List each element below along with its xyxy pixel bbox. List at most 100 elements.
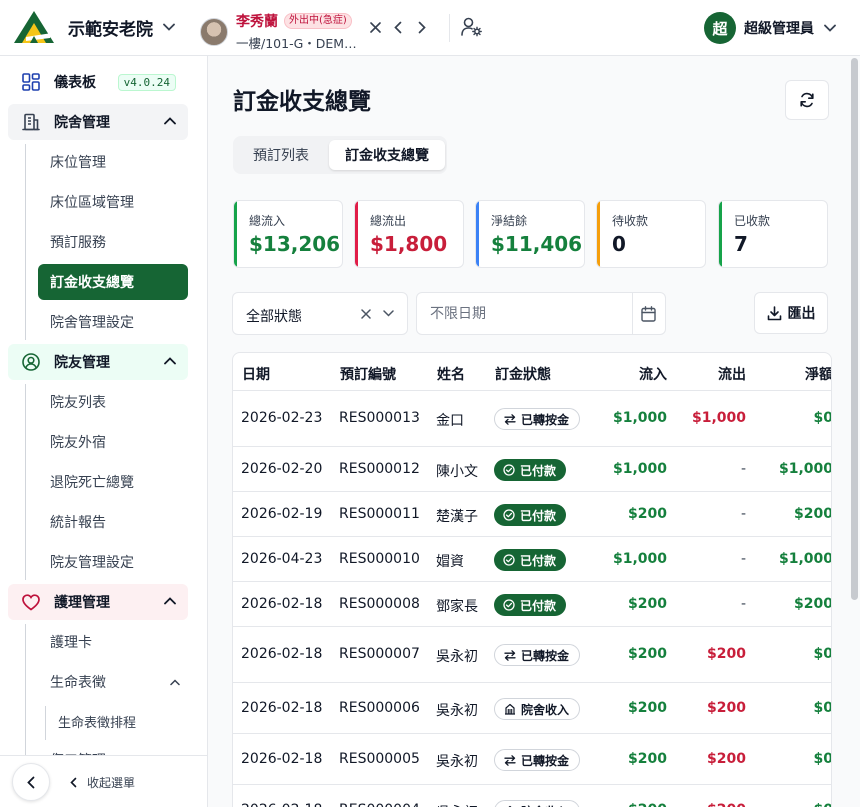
sidebar-item-vital-schedule[interactable]: 生命表徵排程 xyxy=(58,712,136,731)
divider xyxy=(632,293,633,334)
deposit-status-badge: 已付款 xyxy=(494,459,567,481)
transfer-icon xyxy=(504,754,516,766)
page-scrollbar[interactable] xyxy=(851,58,858,600)
status-label: 院舍收入 xyxy=(521,702,570,717)
user-settings-icon[interactable] xyxy=(461,17,483,37)
top-header: 示範安老院 李秀蘭 外出中(急症) 一樓/101-G・DEMO-0001 超 超… xyxy=(0,0,860,56)
tab-booking-list[interactable]: 預訂列表 xyxy=(237,140,325,170)
cell-date: 2026-02-18 xyxy=(241,596,323,612)
table-row[interactable]: 2026-02-18 RES000008 鄧家長 已付款 $200 - $200 xyxy=(233,582,832,627)
column-header[interactable]: 流入 xyxy=(639,364,667,384)
stat-card: 待收款 0 xyxy=(596,200,706,268)
sidebar-item-bed-areas[interactable]: 床位區域管理 xyxy=(38,184,188,220)
sidebar-item-resident-leave[interactable]: 院友外宿 xyxy=(38,424,188,460)
cell-net: $0 xyxy=(813,646,832,662)
cell-booking-id: RES000005 xyxy=(339,751,420,767)
deposit-status-badge: 已轉按金 xyxy=(494,749,581,771)
sidebar-item-resident-settings[interactable]: 院友管理設定 xyxy=(38,544,188,580)
status-filter-select[interactable]: 全部狀態 xyxy=(232,292,408,335)
chevron-up-icon xyxy=(164,117,176,125)
chevron-down-icon xyxy=(163,23,175,31)
column-header[interactable]: 訂金狀態 xyxy=(495,364,551,384)
check-circle-icon xyxy=(503,554,515,566)
collapse-sidebar-button[interactable] xyxy=(12,763,50,801)
tab-deposit-overview[interactable]: 訂金收支總覽 xyxy=(329,140,445,170)
check-circle-icon xyxy=(503,464,515,476)
sidebar-item-home-settings[interactable]: 院舍管理設定 xyxy=(38,304,188,340)
table-row[interactable]: 2026-02-19 RES000011 楚漢子 已付款 $200 - $200 xyxy=(233,492,831,537)
stat-card: 總流出 $1,800 xyxy=(354,200,464,268)
sidebar-item-reports[interactable]: 統計報告 xyxy=(38,504,188,540)
chevron-left-icon[interactable] xyxy=(394,21,402,34)
resident-location: 一樓/101-G・DEMO-0001 xyxy=(236,36,364,51)
column-header[interactable]: 流出 xyxy=(718,364,746,384)
calendar-icon[interactable] xyxy=(641,306,656,322)
column-header[interactable]: 淨額 xyxy=(805,364,831,384)
cell-inflow: $200 xyxy=(628,596,667,612)
heart-icon xyxy=(22,593,40,611)
table-row[interactable]: 2026-02-18 RES000006 吳永初 院舍收入 $200 $200 $0 xyxy=(233,683,831,734)
collapse-menu-link[interactable]: 收起選單 xyxy=(70,774,135,791)
cell-name: 吳永初 xyxy=(436,802,478,807)
cell-date: 2026-02-18 xyxy=(241,700,323,716)
status-label: 院舍收入 xyxy=(521,803,569,807)
cell-name: 媢資 xyxy=(436,554,464,570)
close-icon[interactable] xyxy=(370,22,381,33)
status-label: 已付款 xyxy=(520,463,557,478)
sidebar-item-care-card[interactable]: 護理卡 xyxy=(38,624,188,660)
sidebar-item-resident-list[interactable]: 院友列表 xyxy=(38,384,188,420)
stat-card: 已收款 7 xyxy=(718,200,828,268)
sidebar-item-beds[interactable]: 床位管理 xyxy=(38,144,188,180)
main-content: 訂金收支總覽 預訂列表 訂金收支總覽 總流入 $13,206 總流出 $1,800 淨結… xyxy=(209,56,860,807)
table-row[interactable]: 2026-02-20 RES000012 陳小文 已付款 $1,000 - $1,000 xyxy=(233,447,831,492)
refresh-button[interactable] xyxy=(785,80,829,120)
user-menu[interactable]: 超 超級管理員 xyxy=(704,12,836,44)
cell-name: 吳永初 xyxy=(436,754,478,770)
building-icon xyxy=(22,113,40,131)
header-divider xyxy=(449,14,450,42)
cell-outflow: - xyxy=(740,506,746,522)
sidebar-item-dashboard[interactable]: 儀表板 v4.0.24 xyxy=(8,64,188,100)
transfer-icon xyxy=(504,413,516,425)
cell-outflow: $200 xyxy=(707,646,746,662)
sidebar-group-residents[interactable]: 院友管理 xyxy=(8,344,188,380)
current-resident[interactable]: 李秀蘭 外出中(急症) 一樓/101-G・DEMO-0001 xyxy=(200,11,364,52)
user-avatar: 超 xyxy=(704,12,736,44)
sidebar-item-deposit-overview[interactable]: 訂金收支總覽 xyxy=(38,264,188,300)
stat-label: 總流出 xyxy=(370,214,407,228)
stat-label: 總流入 xyxy=(249,214,286,228)
sidebar-item-discharge[interactable]: 退院死亡總覽 xyxy=(38,464,188,500)
tree-line xyxy=(25,624,26,764)
user-name: 超級管理員 xyxy=(744,21,814,37)
brand-switcher[interactable]: 示範安老院 xyxy=(12,10,175,44)
table-row[interactable]: 2026-02-23 RES000013 金口 已轉按金 $1,000 $1,000 $0 xyxy=(233,391,831,447)
stat-label: 淨結餘 xyxy=(491,214,528,228)
cell-outflow: $200 xyxy=(707,700,746,716)
sidebar-group-care[interactable]: 護理管理 xyxy=(8,584,188,620)
table-row[interactable]: 2026-02-18 RES000007 吳永初 已轉按金 $200 $200 $0 xyxy=(233,627,832,683)
status-label: 已付款 xyxy=(520,508,557,523)
cell-date: 2026-02-18 xyxy=(241,646,323,662)
clear-icon[interactable] xyxy=(361,309,371,319)
column-header[interactable]: 姓名 xyxy=(437,364,465,384)
table-row[interactable]: 2026-04-23 RES000010 媢資 已付款 $1,000 - $1,000 xyxy=(233,537,831,582)
column-header[interactable]: 預訂編號 xyxy=(340,364,396,384)
sidebar-group-home[interactable]: 院舍管理 xyxy=(8,104,188,140)
sidebar-label: 院舍管理 xyxy=(54,115,110,131)
cell-net: $200 xyxy=(794,596,832,612)
export-button[interactable]: 匯出 xyxy=(754,292,828,334)
date-filter-input[interactable] xyxy=(418,294,630,333)
chevron-right-icon[interactable] xyxy=(418,21,426,34)
sidebar-item-vital-signs[interactable]: 生命表徵 xyxy=(38,664,188,700)
status-label: 已轉按金 xyxy=(521,648,570,663)
check-circle-icon xyxy=(503,599,515,611)
table-row[interactable]: 2026-02-18 RES000004 吳永初 院舍收入 $200 $200 $0 xyxy=(233,785,831,807)
cell-outflow: $200 xyxy=(707,751,746,767)
table-row[interactable]: 2026-02-18 RES000005 吳永初 已轉按金 $200 $200 $0 xyxy=(233,734,831,785)
cell-booking-id: RES000011 xyxy=(339,506,420,522)
sidebar-item-booking[interactable]: 預訂服務 xyxy=(38,224,188,260)
column-header[interactable]: 日期 xyxy=(242,364,270,384)
cell-inflow: $200 xyxy=(628,802,667,807)
user-circle-icon xyxy=(22,353,40,371)
stat-label: 待收款 xyxy=(612,214,649,228)
